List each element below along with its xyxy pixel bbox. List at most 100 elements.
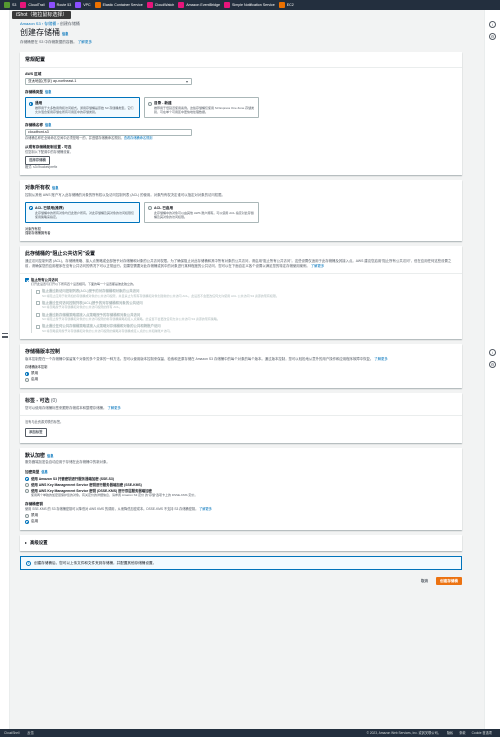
learn-more-link[interactable]: 了解更多 (311, 264, 325, 268)
breadcrumb-buckets[interactable]: 存储桶 (44, 21, 56, 26)
settings-icon[interactable]: ⚙ (489, 33, 496, 40)
cancel-button[interactable]: 取消 (421, 579, 428, 584)
checkbox-icon[interactable] (36, 324, 40, 329)
bucket-key-disable-option[interactable]: 禁用 (25, 513, 457, 518)
panel-title: 常规配置 (25, 56, 46, 63)
info-panel-icon[interactable]: i (489, 21, 496, 28)
checkbox-icon[interactable] (36, 301, 40, 306)
menu-icon[interactable] (2, 333, 8, 338)
radio-icon[interactable] (25, 513, 29, 518)
radio-selected-icon[interactable] (29, 101, 33, 106)
option-description: 推荐用于大多数用例和访问模式。通用存储桶是原始 S3 存储桶类型。它们允许混合使… (35, 105, 134, 114)
cookie-preferences-link[interactable]: Cookie 首选项 (472, 731, 492, 735)
service-shortcut[interactable]: EC2 (278, 2, 294, 8)
public-access-option[interactable]: 阻止通过新访问控制列表(ACL)授予的对存储桶和对象的公共访问 S3 将阻止应用于… (36, 289, 457, 298)
service-shortcut[interactable]: CloudTrail (20, 2, 45, 8)
public-access-option[interactable]: 阻止通过任何公共存储桶策略或接入点策略对存储桶和对象的公共和跨账户访问 S3 将忽… (36, 324, 457, 333)
terms-link[interactable]: 条款 (459, 731, 465, 735)
encryption-type-info-link[interactable]: 信息 (41, 470, 47, 474)
encryption-panel: 默认加密 信息 服务器端加密会自动应用于存储在此存储桶中的新对象。 加密类型 信息 … (20, 447, 462, 531)
service-label: Route 53 (56, 2, 72, 7)
sse-kms-option[interactable]: 使用 AWS Key Management Service 密钥进行服务器端加密… (25, 483, 457, 488)
learn-more-link[interactable]: 了解更多 (199, 507, 212, 511)
region-label: AWS 区域 (25, 72, 42, 77)
cloudshell-link[interactable]: CloudShell (4, 731, 19, 735)
region-select[interactable]: 亚太地区(东京) ap-northeast-1 (25, 78, 192, 86)
checkbox-description: S3 将忽略授予对存储桶和对象的公共访问权限的所有 ACL。 (42, 305, 123, 310)
acl-enabled-option[interactable]: ACL 已启用 此存储桶中的对象可以由其他 AWS 账户拥有。可以使用 ACL 指… (144, 201, 259, 223)
service-shortcut[interactable]: Elastic Container Service (94, 2, 143, 8)
checkbox-checked-icon[interactable] (25, 278, 29, 283)
add-tag-button[interactable]: 添加标签 (25, 428, 47, 437)
versioning-enable-option[interactable]: 启用 (25, 377, 457, 383)
radio-icon[interactable] (148, 101, 152, 106)
service-icon (178, 2, 185, 8)
block-all-public-access[interactable]: 阻止所有公共访问 打开此设置与打开以下所有四个设置相同。下面的每一个设置都是彼此独… (25, 278, 457, 287)
acl-disabled-option[interactable]: ACL 已禁用(推荐) 此存储桶中的所有对象均归此账户所有。对此存储桶及其对象的访… (25, 201, 140, 223)
radio-selected-icon[interactable] (25, 520, 29, 525)
versioning-label: 存储桶版本控制 (25, 365, 48, 370)
service-shortcut[interactable]: Route 53 (48, 2, 72, 8)
checkbox-icon[interactable] (36, 289, 40, 294)
learn-more-link[interactable]: 了解更多 (78, 40, 92, 44)
radio-selected-icon[interactable] (25, 371, 29, 376)
radio-selected-icon[interactable] (25, 477, 29, 482)
bucket-name-info-link[interactable]: 信息 (45, 123, 51, 127)
dsse-kms-option[interactable]: 使用 AWS Key Management Service 密钥 (DSSE-K… (25, 489, 457, 498)
feedback-link[interactable]: 反馈 (27, 731, 33, 735)
info-panel-icon-2[interactable]: i (489, 349, 496, 356)
bucket-key-enable-option[interactable]: 启用 (25, 519, 457, 525)
choose-bucket-button[interactable]: 选择存储桶 (25, 156, 50, 165)
create-bucket-button[interactable]: 创建存储桶 (436, 577, 462, 586)
advanced-settings-toggle[interactable]: 高级设置 (25, 540, 457, 546)
panel-title-text: 对象所有权 (25, 185, 51, 192)
object-ownership-panel: 对象所有权 信息 控制从其他 AWS 账户写入此存储桶的对象的所有权以及访问控制列… (20, 180, 462, 242)
panel-title: 存储桶版本控制 (25, 348, 61, 355)
bucket-type-general-option[interactable]: 通用 推荐用于大多数用例和访问模式。通用存储桶是原始 S3 存储桶类型。它们允许混… (25, 97, 140, 119)
public-access-option[interactable]: 阻止通过新存储桶策略或接入点策略授予的存储桶和对象公共访问 S3 将阻止授予对存储… (36, 313, 457, 322)
versioning-panel: 存储桶版本控制 版本控制是在一个存储桶中保留某个对象的多个变体的一种方法。您可以… (20, 343, 462, 389)
service-shortcut[interactable]: S3 (4, 2, 16, 8)
ownership-options: ACL 已禁用(推荐) 此存储桶中的所有对象均归此账户所有。对此存储桶及其对象的访… (25, 201, 457, 223)
encryption-type-label-text: 加密类型 (25, 470, 40, 475)
radio-icon[interactable] (25, 378, 29, 383)
privacy-link[interactable]: 隐私 (447, 731, 453, 735)
advanced-settings-panel[interactable]: 高级设置 (20, 535, 462, 552)
settings-icon-2[interactable]: ⚙ (489, 361, 496, 368)
copy-settings-desc: 仅复制以下配置中的存储桶设置。 (25, 150, 73, 155)
radio-icon[interactable] (25, 489, 29, 494)
page-info-link[interactable]: 信息 (62, 32, 68, 36)
bucket-type-options: 通用 推荐用于大多数用例和访问模式。通用存储桶是原始 S3 存储桶类型。它们允许混… (25, 97, 457, 119)
service-label: Simple Notification Service (232, 2, 275, 7)
service-icon (48, 2, 55, 8)
service-shortcut[interactable]: VPC (75, 2, 91, 8)
encryption-info-link[interactable]: 信息 (47, 454, 53, 458)
service-shortcut[interactable]: Amazon EventBridge (178, 2, 220, 8)
service-label: CloudTrail (28, 2, 45, 7)
service-shortcut[interactable]: CloudWatch (146, 2, 174, 8)
sse-s3-option[interactable]: 使用 Amazon S3 托管密钥进行服务器端加密 (SSE-S3) (25, 477, 457, 482)
checkbox-icon[interactable] (36, 313, 40, 318)
public-access-option[interactable]: 阻止通过任何访问控制列表(ACL)授予的对存储桶和对象的公共访问 S3 将忽略授予… (36, 301, 457, 310)
bucket-name-input[interactable]: cloudfront-s3 (25, 128, 192, 136)
radio-icon[interactable] (25, 483, 29, 488)
versioning-disable-option[interactable]: 禁用 (25, 371, 457, 376)
learn-more-link[interactable]: 了解更多 (374, 357, 388, 361)
breadcrumb-separator: › (57, 21, 59, 26)
service-shortcut-bar: S3 CloudTrail Route 53 VPC Elastic Container… (0, 0, 500, 10)
radio-icon[interactable] (148, 206, 152, 211)
ownership-info-link[interactable]: 信息 (52, 186, 58, 190)
naming-rules-link[interactable]: 查看存储桶命名规则 (124, 136, 153, 140)
tags-count: (0) (50, 398, 57, 405)
info-alert: i 创建存储桶后，您可以上传文件和文件夹到存储桶，并配置其他存储桶设置。 (20, 556, 462, 571)
bucket-type-directory-option[interactable]: 目录 - 新建 推荐用于低延迟使用案例。这些存储桶仅使用 S3 Express O… (144, 97, 259, 119)
page-subtitle: 存储桶是在 S3 中存储数据的容器。 了解更多 (20, 40, 462, 45)
breadcrumb-s3[interactable]: Amazon S3 (20, 21, 41, 26)
service-icon (224, 2, 231, 8)
form-actions: 取消 创建存储桶 (20, 577, 462, 586)
bucket-type-info-link[interactable]: 信息 (45, 90, 51, 94)
panel-description-text: 版本控制是在一个存储桶中保留某个对象的多个变体的一种方法。您可以使用版本控制来保… (25, 356, 374, 361)
radio-selected-icon[interactable] (29, 206, 33, 211)
learn-more-link[interactable]: 了解更多 (107, 406, 121, 410)
service-shortcut[interactable]: Simple Notification Service (224, 2, 275, 8)
